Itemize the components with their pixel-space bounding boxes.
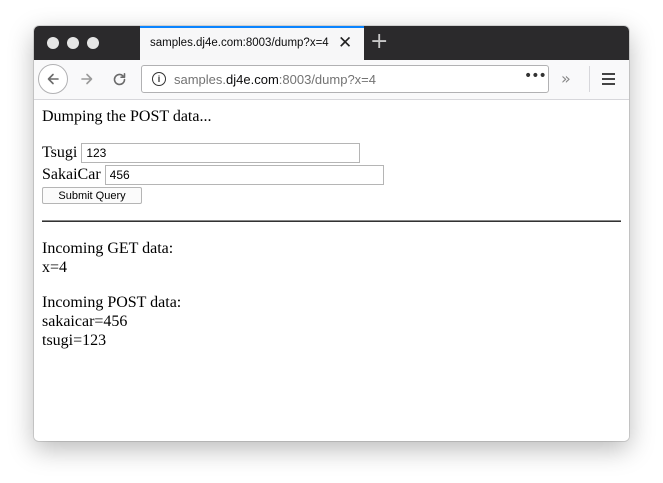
sakaicar-row: SakaiCar [42,165,384,185]
get-data-title: Incoming GET data: [42,240,174,257]
tsugi-label: Tsugi [42,144,78,161]
post-data-section: Incoming POST data: sakaicar=456 tsugi=1… [42,293,181,350]
close-tab-icon[interactable]: ✕ [338,33,352,53]
close-window-button[interactable] [47,37,59,49]
post-data-title: Incoming POST data: [42,294,182,311]
url-subdomain: samples. [174,72,227,87]
hamburger-menu-icon[interactable] [602,73,615,85]
new-tab-icon[interactable]: + [370,28,388,56]
browser-window: samples.dj4e.com:8003/dump?x=4 ✕ + i sam… [34,26,629,441]
reload-icon [113,72,125,85]
get-data-line: x=4 [42,259,68,276]
toolbar-divider [589,66,590,92]
reload-button[interactable] [106,65,132,93]
back-button[interactable] [38,64,68,94]
maximize-window-button[interactable] [87,37,99,49]
info-icon[interactable]: i [152,72,166,86]
get-data-section: Incoming GET data: x=4 [42,239,173,277]
navigation-toolbar: i samples.dj4e.com:8003/dump?x=4 ••• » [34,60,629,100]
tab-bar: samples.dj4e.com:8003/dump?x=4 ✕ + [34,26,629,60]
url-path: :8003/dump?x=4 [278,72,376,87]
minimize-window-button[interactable] [67,37,79,49]
address-bar[interactable]: i samples.dj4e.com:8003/dump?x=4 ••• [141,65,549,93]
tab-active[interactable]: samples.dj4e.com:8003/dump?x=4 ✕ [140,26,364,60]
url-text[interactable]: samples.dj4e.com:8003/dump?x=4 [174,72,376,87]
page-actions-icon[interactable]: ••• [524,68,547,84]
tsugi-row: Tsugi [42,143,361,163]
sakaicar-label: SakaiCar [42,166,101,183]
arrow-left-icon [47,73,59,85]
sakaicar-input[interactable] [104,165,384,185]
arrow-right-icon [81,73,93,85]
tab-title: samples.dj4e.com:8003/dump?x=4 [150,37,329,49]
url-domain: dj4e.com [226,72,279,87]
page-content: Dumping the POST data... Tsugi SakaiCar … [34,100,629,441]
post-data-line: sakaicar=456 [42,313,128,330]
page-heading: Dumping the POST data... [42,108,212,125]
horizontal-rule [42,220,621,222]
forward-button[interactable] [74,65,100,93]
post-data-line: tsugi=123 [42,332,107,349]
tsugi-input[interactable] [81,143,361,163]
submit-query-button[interactable]: Submit Query [42,187,142,204]
overflow-menu-icon[interactable]: » [561,69,571,89]
